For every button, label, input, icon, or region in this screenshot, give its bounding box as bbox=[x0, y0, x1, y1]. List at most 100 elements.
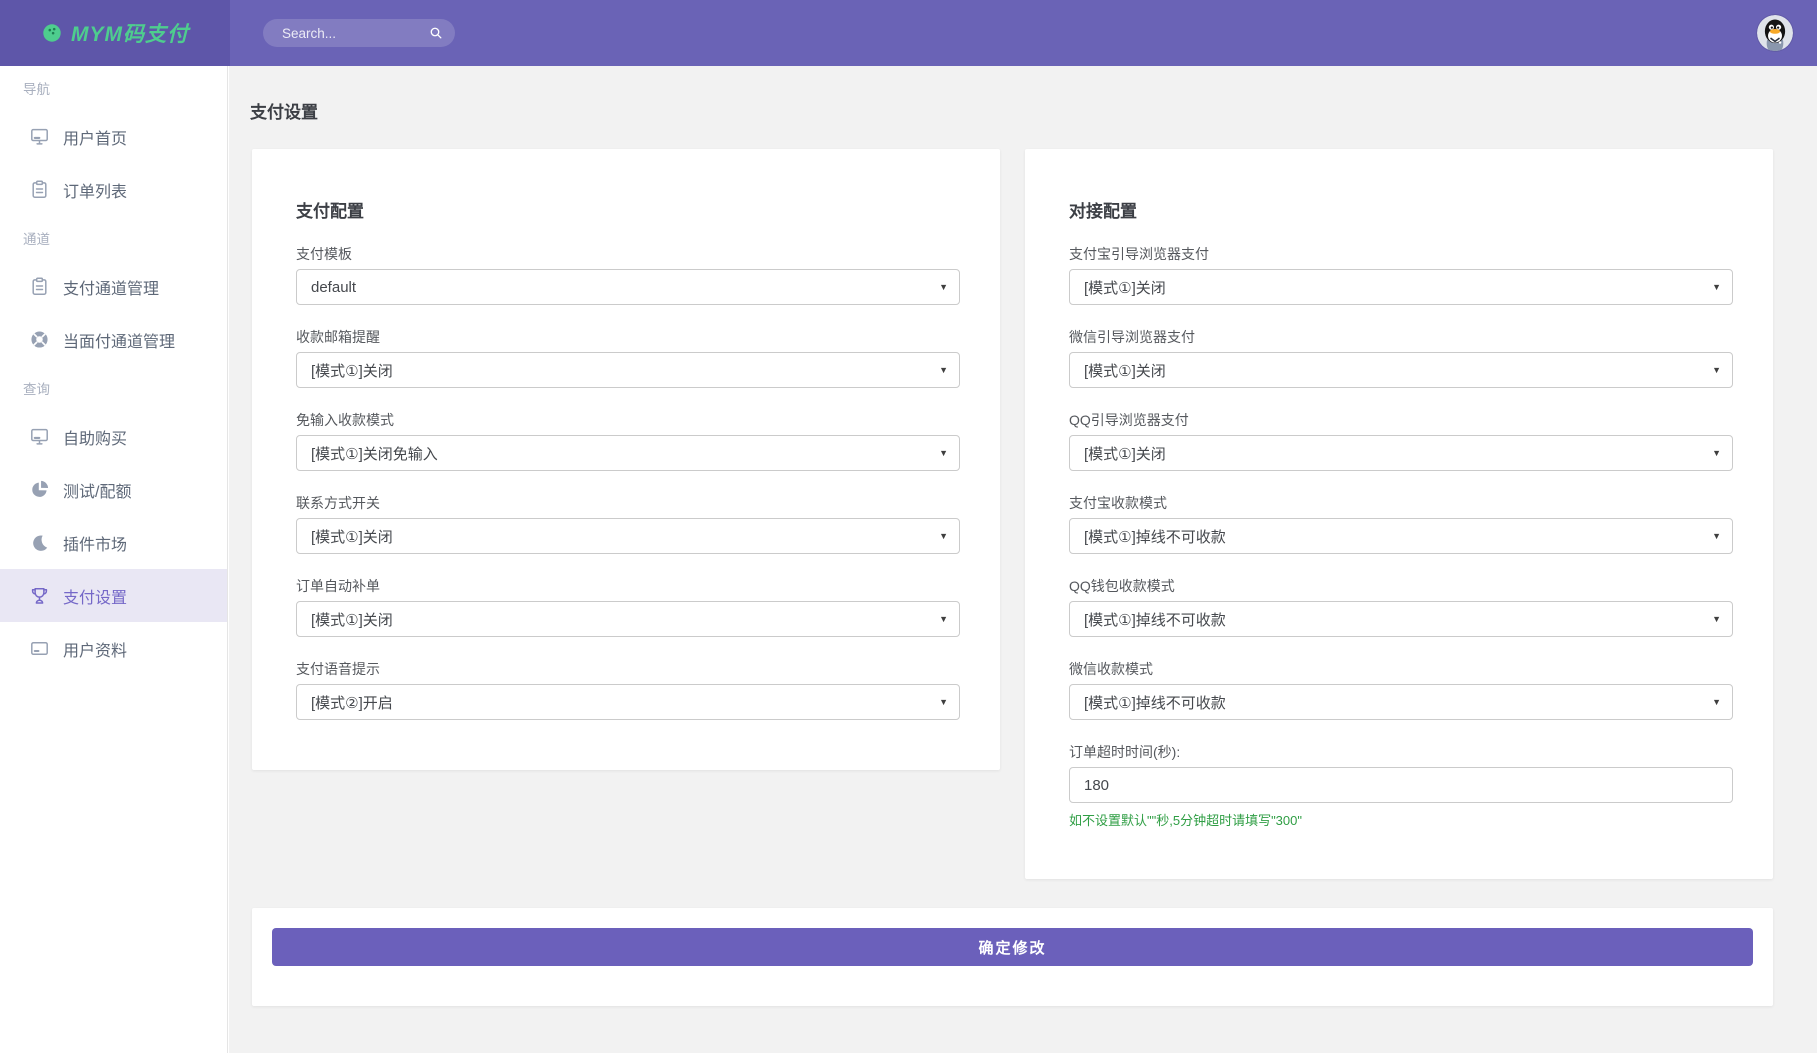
card-title: 支付配置 bbox=[296, 197, 960, 222]
dropdown-caret-icon: ▼ bbox=[1712, 697, 1721, 707]
dropdown-caret-icon: ▼ bbox=[939, 282, 948, 292]
form-field: QQ钱包收款模式 [模式①]掉线不可收款 ▼ bbox=[1069, 579, 1733, 637]
sidebar-item-label: 用户首页 bbox=[63, 125, 127, 149]
field-label: 免输入收款模式 bbox=[296, 413, 960, 427]
select-value: [模式①]关闭 bbox=[311, 609, 393, 630]
sidebar-item-self-buy[interactable]: 自助购买 bbox=[0, 410, 227, 463]
no-input-mode-select[interactable]: [模式①]关闭免输入 ▼ bbox=[296, 435, 960, 471]
bowling-ball-icon bbox=[41, 22, 63, 44]
dropdown-caret-icon: ▼ bbox=[1712, 282, 1721, 292]
nav-section-label: 导航 bbox=[0, 76, 227, 104]
sidebar-item-user-profile[interactable]: 用户资料 bbox=[0, 622, 227, 675]
sidebar-item-label: 自助购买 bbox=[63, 425, 127, 449]
select-value: [模式①]关闭 bbox=[1084, 443, 1166, 464]
pay-template-select[interactable]: default ▼ bbox=[296, 269, 960, 305]
field-label: 支付模板 bbox=[296, 247, 960, 261]
sidebar-item-label: 支付通道管理 bbox=[63, 275, 159, 299]
monitor-icon bbox=[29, 126, 50, 147]
dropdown-caret-icon: ▼ bbox=[939, 614, 948, 624]
form-field: 微信收款模式 [模式①]掉线不可收款 ▼ bbox=[1069, 662, 1733, 720]
form-field: 订单超时时间(秒): 如不设置默认""秒,5分钟超时请填写"300" bbox=[1069, 745, 1733, 829]
sidebar-item-label: 订单列表 bbox=[63, 178, 127, 202]
dropdown-caret-icon: ▼ bbox=[939, 365, 948, 375]
link-config-card: 对接配置 支付宝引导浏览器支付 [模式①]关闭 ▼ 微信引导浏览器支付 [模式①… bbox=[1025, 149, 1773, 879]
field-label: 订单超时时间(秒): bbox=[1069, 745, 1733, 759]
search-box bbox=[263, 19, 455, 47]
brand-logo[interactable]: MYM码支付 bbox=[0, 0, 230, 66]
sidebar-item-user-home[interactable]: 用户首页 bbox=[0, 110, 227, 163]
sidebar-item-test-quota[interactable]: 测试/配额 bbox=[0, 463, 227, 516]
sidebar-item-f2f-channel[interactable]: 当面付通道管理 bbox=[0, 313, 227, 366]
select-value: [模式①]掉线不可收款 bbox=[1084, 692, 1226, 713]
submit-button[interactable]: 确定修改 bbox=[272, 928, 1753, 966]
form-field: 支付语音提示 [模式②]开启 ▼ bbox=[296, 662, 960, 720]
search-input[interactable] bbox=[263, 26, 455, 41]
qq-browser-select[interactable]: [模式①]关闭 ▼ bbox=[1069, 435, 1733, 471]
brand-title: MYM码支付 bbox=[71, 18, 189, 48]
wechat-browser-select[interactable]: [模式①]关闭 ▼ bbox=[1069, 352, 1733, 388]
sidebar-item-pay-channel[interactable]: 支付通道管理 bbox=[0, 260, 227, 313]
auto-reorder-select[interactable]: [模式①]关闭 ▼ bbox=[296, 601, 960, 637]
life-ring-icon bbox=[29, 329, 50, 350]
form-field: 支付模板 default ▼ bbox=[296, 247, 960, 305]
contact-switch-select[interactable]: [模式①]关闭 ▼ bbox=[296, 518, 960, 554]
select-value: [模式①]掉线不可收款 bbox=[1084, 526, 1226, 547]
select-value: default bbox=[311, 279, 356, 296]
crescent-icon bbox=[29, 532, 50, 553]
search-icon[interactable] bbox=[428, 25, 444, 41]
dropdown-caret-icon: ▼ bbox=[939, 697, 948, 707]
pie-chart-icon bbox=[29, 479, 50, 500]
form-field: 收款邮箱提醒 [模式①]关闭 ▼ bbox=[296, 330, 960, 388]
timeout-hint: 如不设置默认""秒,5分钟超时请填写"300" bbox=[1069, 810, 1733, 829]
field-label: 微信收款模式 bbox=[1069, 662, 1733, 676]
sidebar-item-plugin-market[interactable]: 插件市场 bbox=[0, 516, 227, 569]
sidebar-item-label: 用户资料 bbox=[63, 637, 127, 661]
user-avatar[interactable] bbox=[1757, 15, 1793, 51]
dropdown-caret-icon: ▼ bbox=[1712, 448, 1721, 458]
qqwallet-collect-mode-select[interactable]: [模式①]掉线不可收款 ▼ bbox=[1069, 601, 1733, 637]
topbar: MYM码支付 bbox=[0, 0, 1817, 66]
alipay-collect-mode-select[interactable]: [模式①]掉线不可收款 ▼ bbox=[1069, 518, 1733, 554]
form-field: 联系方式开关 [模式①]关闭 ▼ bbox=[296, 496, 960, 554]
wechat-collect-mode-select[interactable]: [模式①]掉线不可收款 ▼ bbox=[1069, 684, 1733, 720]
field-label: 支付宝收款模式 bbox=[1069, 496, 1733, 510]
field-label: 订单自动补单 bbox=[296, 579, 960, 593]
select-value: [模式①]关闭 bbox=[1084, 360, 1166, 381]
dropdown-caret-icon: ▼ bbox=[1712, 614, 1721, 624]
field-label: 收款邮箱提醒 bbox=[296, 330, 960, 344]
dropdown-caret-icon: ▼ bbox=[1712, 365, 1721, 375]
voice-prompt-select[interactable]: [模式②]开启 ▼ bbox=[296, 684, 960, 720]
sidebar: 导航 用户首页 订单列表 通道 支付通道管理 当面付通道管理 查询 自助购买 测… bbox=[0, 66, 228, 1053]
select-value: [模式①]关闭 bbox=[311, 526, 393, 547]
sidebar-item-pay-settings[interactable]: 支付设置 bbox=[0, 569, 227, 622]
email-reminder-select[interactable]: [模式①]关闭 ▼ bbox=[296, 352, 960, 388]
submit-card: 确定修改 bbox=[252, 908, 1773, 1006]
sidebar-item-label: 插件市场 bbox=[63, 531, 127, 555]
select-value: [模式①]关闭 bbox=[311, 360, 393, 381]
dropdown-caret-icon: ▼ bbox=[1712, 531, 1721, 541]
field-label: 支付宝引导浏览器支付 bbox=[1069, 247, 1733, 261]
clipboard-icon bbox=[29, 276, 50, 297]
nav-section-label: 查询 bbox=[0, 376, 227, 404]
timeout-input[interactable] bbox=[1069, 767, 1733, 803]
form-field: 订单自动补单 [模式①]关闭 ▼ bbox=[296, 579, 960, 637]
sidebar-item-label: 当面付通道管理 bbox=[63, 328, 175, 352]
card-title: 对接配置 bbox=[1069, 197, 1733, 222]
credit-card-icon bbox=[29, 638, 50, 659]
form-field: 免输入收款模式 [模式①]关闭免输入 ▼ bbox=[296, 413, 960, 471]
field-label: 联系方式开关 bbox=[296, 496, 960, 510]
sidebar-item-label: 测试/配额 bbox=[63, 478, 131, 502]
form-field: 支付宝引导浏览器支付 [模式①]关闭 ▼ bbox=[1069, 247, 1733, 305]
qq-penguin-avatar-icon bbox=[1757, 15, 1793, 51]
field-label: 支付语音提示 bbox=[296, 662, 960, 676]
page-title: 支付设置 bbox=[250, 98, 1817, 123]
dropdown-caret-icon: ▼ bbox=[939, 531, 948, 541]
app-window: MYM码支付 导航 用户首页 订单列表 通道 支付通道管理 当面付通道管理 bbox=[0, 0, 1817, 1053]
select-value: [模式①]掉线不可收款 bbox=[1084, 609, 1226, 630]
alipay-browser-select[interactable]: [模式①]关闭 ▼ bbox=[1069, 269, 1733, 305]
sidebar-item-order-list[interactable]: 订单列表 bbox=[0, 163, 227, 216]
monitor-icon bbox=[29, 426, 50, 447]
select-value: [模式②]开启 bbox=[311, 692, 393, 713]
clipboard-icon bbox=[29, 179, 50, 200]
select-value: [模式①]关闭 bbox=[1084, 277, 1166, 298]
